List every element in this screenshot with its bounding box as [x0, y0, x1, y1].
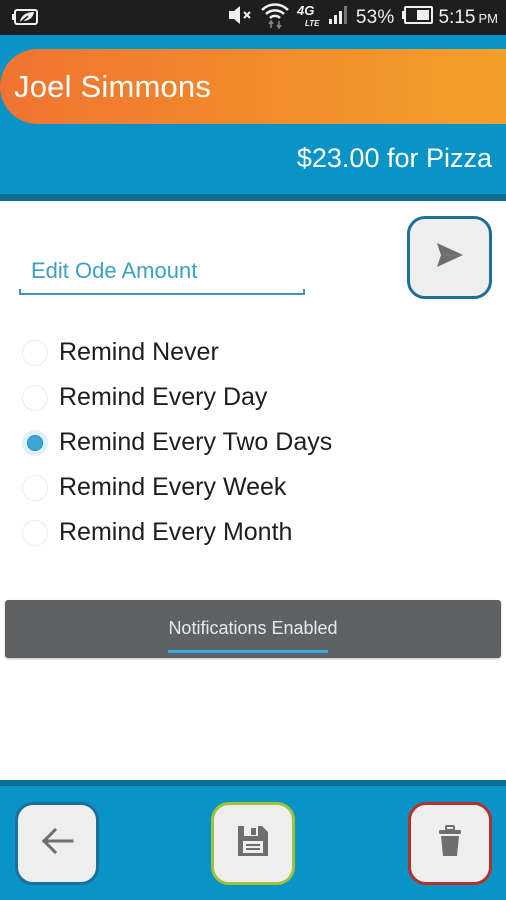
notifications-label: Notifications Enabled	[168, 618, 338, 638]
4g-lte-icon: 4G LTE	[296, 2, 322, 33]
notifications-enabled-indicator	[168, 650, 328, 653]
status-bar: 4G LTE 53% 5:15 PM	[0, 0, 506, 35]
radio-label: Remind Every Month	[59, 518, 293, 546]
floppy-disk-icon	[237, 825, 269, 862]
arrow-left-icon	[40, 827, 74, 860]
radio-option-remind-every-week[interactable]: Remind Every Week	[22, 465, 332, 510]
amount-description: $23.00 for Pizza	[296, 143, 492, 173]
input-underline	[19, 293, 305, 295]
radio-label: Remind Never	[59, 338, 219, 366]
clock-time: 5:15	[438, 6, 476, 28]
send-button[interactable]	[407, 216, 492, 299]
bottom-action-bar	[0, 786, 506, 900]
contact-name: Joel Simmons	[14, 69, 212, 104]
radio-label: Remind Every Two Days	[59, 428, 333, 456]
battery-icon	[401, 6, 433, 29]
wifi-icon	[260, 1, 290, 34]
svg-text:LTE: LTE	[305, 19, 320, 28]
clock: 5:15 PM	[439, 7, 498, 29]
svg-text:4G: 4G	[296, 3, 314, 18]
leaf-battery-saver-icon	[12, 8, 39, 26]
send-icon	[436, 242, 464, 273]
mute-icon	[228, 5, 254, 30]
battery-percent: 53%	[355, 6, 395, 28]
signal-icon	[328, 5, 350, 30]
radio-button[interactable]	[22, 519, 48, 546]
reminder-radio-group: Remind Never Remind Every Day Remind Eve…	[22, 330, 332, 555]
header: Joel Simmons $23.00 for Pizza	[0, 35, 506, 194]
trash-icon	[438, 825, 462, 862]
radio-label: Remind Every Day	[59, 383, 268, 411]
radio-button[interactable]	[22, 384, 48, 411]
radio-button-checked[interactable]	[22, 429, 48, 456]
contact-name-banner: Joel Simmons	[0, 49, 506, 124]
edit-amount-input[interactable]	[19, 252, 305, 290]
input-underline-tick-left	[19, 289, 21, 295]
radio-option-remind-every-day[interactable]: Remind Every Day	[22, 375, 332, 420]
edit-amount-field[interactable]	[19, 252, 305, 295]
radio-button[interactable]	[22, 339, 48, 366]
radio-label: Remind Every Week	[59, 473, 287, 501]
radio-option-remind-never[interactable]: Remind Never	[22, 330, 332, 375]
back-button[interactable]	[15, 802, 99, 885]
radio-option-remind-every-two-days[interactable]: Remind Every Two Days	[22, 420, 332, 465]
clock-ampm: PM	[478, 10, 499, 26]
input-underline-tick-right	[303, 289, 305, 295]
delete-button[interactable]	[408, 802, 492, 885]
header-divider	[0, 194, 506, 201]
save-button[interactable]	[211, 802, 295, 885]
radio-option-remind-every-month[interactable]: Remind Every Month	[22, 510, 332, 555]
radio-button[interactable]	[22, 474, 48, 501]
status-icons: 4G LTE 53% 5:15 PM	[228, 0, 498, 35]
